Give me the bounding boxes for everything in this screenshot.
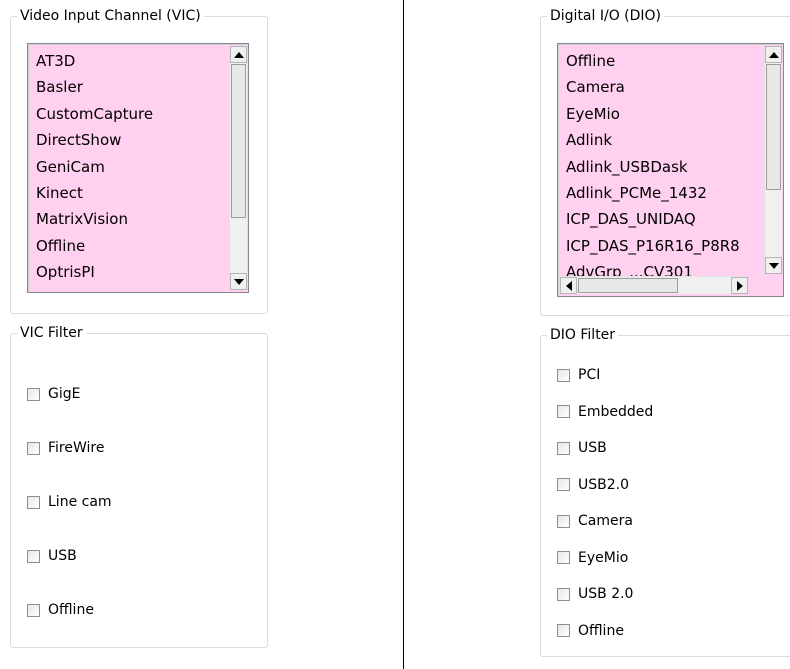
dio-horizontal-scrollbar[interactable] [560, 276, 748, 294]
list-item[interactable]: DirectShow [28, 127, 248, 153]
checkbox-icon[interactable] [27, 495, 40, 509]
filter-checkbox-usb-2-0[interactable]: USB 2.0 [557, 584, 633, 604]
checkbox-label[interactable]: PCI [578, 367, 600, 383]
list-item[interactable]: Offline [28, 233, 248, 259]
list-item[interactable]: AT3D [28, 48, 248, 74]
list-item[interactable]: ICP_DAS_UNIDAQ [558, 206, 765, 232]
list-item[interactable]: GeniCam [28, 154, 248, 180]
list-item[interactable]: MatrixVision [28, 206, 248, 232]
checkbox-icon[interactable] [27, 549, 40, 563]
filter-checkbox-usb2-0[interactable]: USB2.0 [557, 475, 629, 495]
vic-group-title: Video Input Channel (VIC) [17, 7, 204, 25]
checkbox-icon[interactable] [27, 387, 40, 401]
checkbox-icon[interactable] [557, 478, 570, 491]
checkbox-icon[interactable] [557, 551, 570, 564]
vic-vertical-scrollbar[interactable] [229, 46, 247, 290]
list-item[interactable]: Basler [28, 74, 248, 100]
filter-checkbox-eyemio[interactable]: EyeMio [557, 548, 628, 568]
dio-groupbox: Digital I/O (DIO) Offline Camera EyeMio Adl… [540, 7, 790, 316]
filter-checkbox-embedded[interactable]: Embedded [557, 402, 653, 422]
dio-listbox[interactable]: Offline Camera EyeMio Adlink Adlink_USBDask A… [557, 43, 784, 297]
vic-filter-groupbox: VIC Filter GigE FireWire Line cam USB Offlin… [10, 324, 268, 648]
checkbox-label[interactable]: GigE [48, 386, 80, 402]
filter-checkbox-pci[interactable]: PCI [557, 365, 600, 385]
filter-checkbox-gige[interactable]: GigE [27, 384, 80, 404]
dio-vertical-scrollbar[interactable] [764, 46, 782, 274]
vic-scroll-up-button[interactable] [230, 46, 247, 63]
list-item[interactable]: Offline [558, 48, 765, 74]
checkbox-label[interactable]: FireWire [48, 440, 104, 456]
vic-listbox[interactable]: AT3D Basler CustomCapture DirectShow GeniCam… [27, 43, 249, 293]
list-item[interactable]: EyeMio [558, 101, 765, 127]
filter-checkbox-line-cam[interactable]: Line cam [27, 492, 112, 512]
chevron-left-icon [565, 280, 572, 291]
checkbox-label[interactable]: Camera [578, 513, 633, 529]
list-item[interactable]: Kinect [28, 180, 248, 206]
checkbox-icon[interactable] [27, 441, 40, 455]
filter-checkbox-offline[interactable]: Offline [27, 600, 94, 620]
filter-checkbox-offline[interactable]: Offline [557, 621, 624, 641]
checkbox-label[interactable]: USB2.0 [578, 477, 629, 493]
dio-scroll-down-button[interactable] [765, 257, 782, 274]
chevron-down-icon [768, 262, 779, 269]
dio-filter-title: DIO Filter [547, 326, 619, 344]
list-item[interactable]: Adlink_USBDask [558, 154, 765, 180]
checkbox-label[interactable]: USB [578, 440, 607, 456]
list-item[interactable]: ICP_DAS_P16R16_P8R8 [558, 233, 765, 259]
list-item[interactable]: Adlink [558, 127, 765, 153]
checkbox-label[interactable]: Line cam [48, 494, 112, 510]
checkbox-label[interactable]: EyeMio [578, 550, 628, 566]
dio-scroll-left-button[interactable] [560, 277, 577, 294]
checkbox-icon[interactable] [557, 587, 570, 601]
filter-checkbox-camera[interactable]: Camera [557, 511, 633, 531]
checkbox-icon[interactable] [557, 514, 570, 528]
dio-group-title: Digital I/O (DIO) [547, 7, 665, 25]
chevron-up-icon [233, 51, 244, 58]
vic-scroll-thumb[interactable] [231, 64, 246, 218]
checkbox-icon[interactable] [557, 405, 570, 418]
dio-scroll-right-button[interactable] [731, 277, 748, 294]
list-item[interactable]: SiemensVi... [28, 286, 248, 292]
vic-filter-title: VIC Filter [17, 324, 86, 342]
list-item[interactable]: Camera [558, 74, 765, 100]
dio-scroll-up-button[interactable] [765, 46, 782, 63]
checkbox-label[interactable]: USB [48, 548, 77, 564]
dio-filter-groupbox: DIO Filter PCI Embedded USB USB2.0 Camera Eye… [540, 326, 790, 657]
checkbox-icon[interactable] [557, 368, 570, 382]
list-item[interactable]: OptrisPI [28, 259, 248, 285]
list-item[interactable]: CustomCapture [28, 101, 248, 127]
filter-checkbox-usb[interactable]: USB [27, 546, 77, 566]
checkbox-icon[interactable] [27, 603, 40, 617]
dio-scroll-thumb[interactable] [766, 64, 781, 190]
dio-hscroll-thumb[interactable] [578, 278, 678, 293]
chevron-right-icon [736, 280, 743, 291]
filter-checkbox-firewire[interactable]: FireWire [27, 438, 104, 458]
checkbox-icon[interactable] [557, 624, 570, 637]
checkbox-label[interactable]: USB 2.0 [578, 586, 633, 602]
chevron-down-icon [233, 278, 244, 285]
checkbox-label[interactable]: Embedded [578, 404, 653, 420]
filter-checkbox-usb[interactable]: USB [557, 438, 607, 458]
list-item[interactable]: Adlink_PCMe_1432 [558, 180, 765, 206]
pane-divider [403, 0, 404, 669]
vic-groupbox: Video Input Channel (VIC) AT3D Basler Cust… [10, 7, 268, 314]
checkbox-label[interactable]: Offline [48, 602, 94, 618]
checkbox-icon[interactable] [557, 441, 570, 455]
checkbox-label[interactable]: Offline [578, 623, 624, 639]
vic-scroll-down-button[interactable] [230, 273, 247, 290]
chevron-up-icon [768, 51, 779, 58]
